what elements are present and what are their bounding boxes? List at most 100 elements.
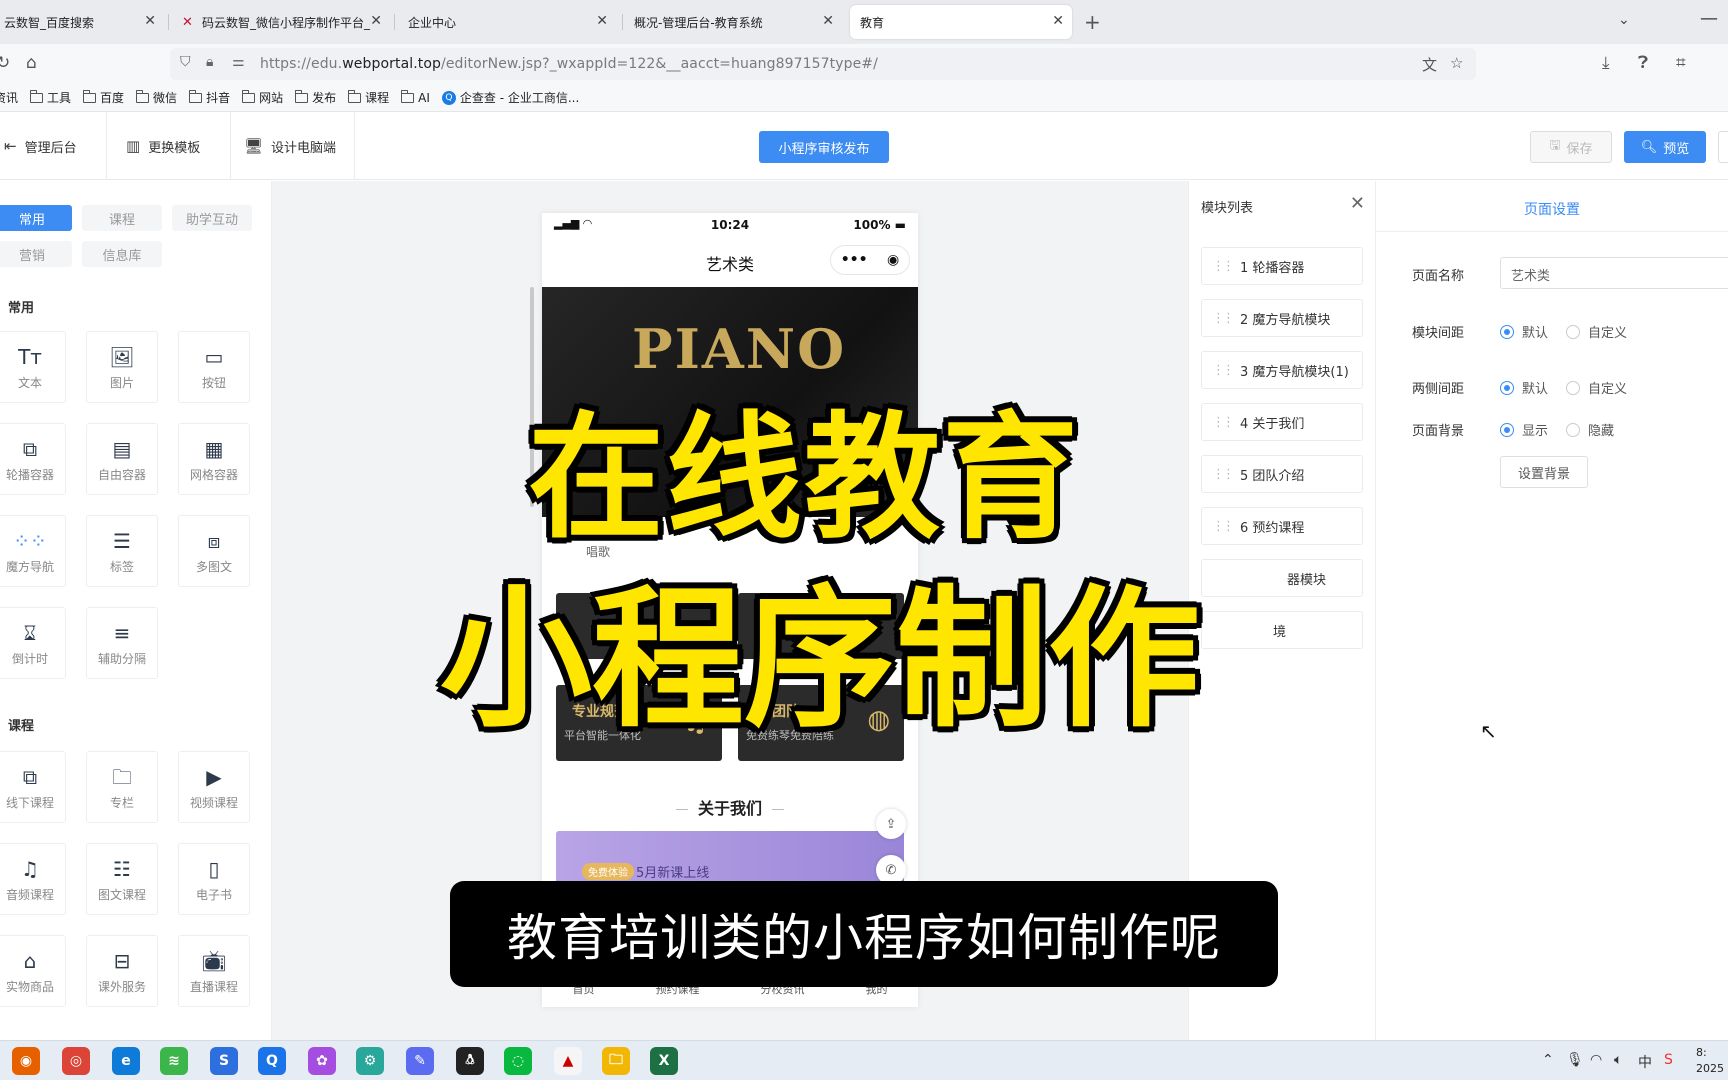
component-extra-service[interactable]: ⊟ 课外服务 xyxy=(86,935,158,1007)
drag-handle-icon[interactable]: ⋮⋮ xyxy=(1212,311,1235,326)
site-settings-icon[interactable]: ⚌ xyxy=(232,54,245,70)
component-image[interactable]: 🖼︎ 图片 xyxy=(86,331,158,403)
page-settings-title[interactable]: 页面设置 xyxy=(1376,199,1728,219)
mini-program-capsule[interactable]: ••• ◉ xyxy=(830,245,910,275)
qq-icon[interactable]: 🐧︎ xyxy=(456,1047,484,1075)
close-icon[interactable]: ✕ xyxy=(596,13,608,29)
module-item[interactable]: 境 xyxy=(1201,611,1363,649)
chevron-down-icon[interactable]: ⌄ xyxy=(1618,12,1630,28)
shield-icon[interactable]: ⛉ xyxy=(180,54,191,70)
side-gap-default-radio[interactable]: 默认 xyxy=(1500,378,1548,397)
bookmark-ai[interactable]: AI xyxy=(401,89,430,105)
firefox-icon[interactable]: ◉ xyxy=(12,1047,40,1075)
close-icon[interactable]: ✕ xyxy=(822,13,834,29)
excel-icon[interactable]: X xyxy=(650,1047,678,1075)
module-item[interactable]: ⋮⋮ 2 魔方导航模块 xyxy=(1201,299,1363,337)
tab-marketing[interactable]: 营销 xyxy=(0,241,72,267)
edge-icon[interactable]: e xyxy=(112,1047,140,1075)
module-item[interactable]: ⋮⋮ 5 团队介绍 xyxy=(1201,455,1363,493)
sogou-icon[interactable]: S xyxy=(210,1047,238,1075)
new-tab-icon[interactable]: + xyxy=(1084,10,1101,34)
component-grid-container[interactable]: ▦ 网格容器 xyxy=(178,423,250,495)
save-button[interactable]: 🖫︎ 保存 xyxy=(1530,131,1612,163)
close-icon[interactable]: ✕ xyxy=(370,13,382,29)
more-dots-icon[interactable]: ••• xyxy=(841,252,868,268)
notes-app-icon[interactable]: ✎ xyxy=(406,1047,434,1075)
home-icon[interactable]: ⌂ xyxy=(26,53,37,73)
component-live-course[interactable]: 📺︎ 直播课程 xyxy=(178,935,250,1007)
change-template-button[interactable]: ▥ 更换模板 xyxy=(126,112,200,180)
module-gap-custom-radio[interactable]: 自定义 xyxy=(1566,322,1627,341)
component-tag[interactable]: ☰ 标签 xyxy=(86,515,158,587)
drag-handle-icon[interactable]: ⋮⋮ xyxy=(1212,467,1235,482)
tab-baidu-search[interactable]: 云数智_百度搜索 ✕ xyxy=(0,5,164,39)
component-cube-nav[interactable]: ⁘⁘ 魔方导航 xyxy=(0,515,66,587)
bookmark-publish[interactable]: 发布 xyxy=(295,89,336,106)
360-browser-icon[interactable]: ≋ xyxy=(160,1047,188,1075)
drag-handle-icon[interactable]: ⋮⋮ xyxy=(1212,363,1235,378)
component-text[interactable]: Tт 文本 xyxy=(0,331,66,403)
component-free-container[interactable]: ▤ 自由容器 xyxy=(86,423,158,495)
bookmark-douyin[interactable]: 抖音 xyxy=(189,89,230,106)
tab-common[interactable]: 常用 xyxy=(0,205,72,231)
module-gap-default-radio[interactable]: 默认 xyxy=(1500,322,1548,341)
minimize-icon[interactable]: — xyxy=(1700,8,1718,29)
component-multi-image[interactable]: ⧈ 多图文 xyxy=(178,515,250,587)
translate-icon[interactable]: 文 xyxy=(1422,54,1437,75)
system-clock[interactable]: 8: 2025 xyxy=(1696,1045,1724,1077)
volume-icon[interactable]: 🔈︎ xyxy=(1614,1052,1622,1068)
share-icon[interactable]: ⇪ xyxy=(876,809,906,839)
module-item[interactable]: ⋮⋮ 1 轮播容器 xyxy=(1201,247,1363,285)
bookmark-baidu[interactable]: 百度 xyxy=(83,89,124,106)
q-browser-icon[interactable]: Q xyxy=(258,1047,286,1075)
side-gap-custom-radio[interactable]: 自定义 xyxy=(1566,378,1627,397)
publish-button[interactable]: 小程序审核发布 xyxy=(759,131,889,163)
component-video-course[interactable]: ▶︎ 视频课程 xyxy=(178,751,250,823)
tab-course[interactable]: 课程 xyxy=(82,205,162,231)
background-show-radio[interactable]: 显示 xyxy=(1500,420,1548,439)
lock-icon[interactable]: 🔒︎ xyxy=(206,54,213,70)
module-item[interactable]: 器模块 xyxy=(1201,559,1363,597)
chevron-up-icon[interactable]: ⌃ xyxy=(1542,1052,1554,1068)
background-hide-radio[interactable]: 隐藏 xyxy=(1566,420,1614,439)
tab-info-library[interactable]: 信息库 xyxy=(82,241,162,267)
editor-app-icon[interactable]: ▲ xyxy=(554,1047,582,1075)
ime-indicator[interactable]: 中 xyxy=(1638,1052,1652,1072)
component-column[interactable]: 🗀︎ 专栏 xyxy=(86,751,158,823)
component-audio-course[interactable]: ♫ 音频课程 xyxy=(0,843,66,915)
module-item[interactable]: ⋮⋮ 3 魔方导航模块(1) xyxy=(1201,351,1363,389)
wifi-icon[interactable]: ◠ xyxy=(1590,1052,1602,1068)
file-explorer-icon[interactable]: 🗀︎ xyxy=(602,1047,630,1075)
component-button[interactable]: ▭ 按钮 xyxy=(178,331,250,403)
download-icon[interactable]: ⤓ xyxy=(1602,53,1610,73)
url-text[interactable]: https://edu.webportal.top/editorNew.jsp?… xyxy=(260,56,878,72)
module-item[interactable]: ⋮⋮ 4 关于我们 xyxy=(1201,403,1363,441)
bookmark-tools[interactable]: 工具 xyxy=(30,89,71,106)
tab-education[interactable]: 教育 ✕ xyxy=(850,5,1072,39)
drag-handle-icon[interactable]: ⋮⋮ xyxy=(1212,415,1235,430)
page-name-input[interactable]: 艺术类 xyxy=(1500,257,1728,289)
crop-icon[interactable]: ⌗ xyxy=(1676,53,1686,73)
component-article-course[interactable]: ☷ 图文课程 xyxy=(86,843,158,915)
gear-app-icon[interactable]: ⚙ xyxy=(356,1047,384,1075)
sogou-ime-icon[interactable]: S xyxy=(1664,1052,1673,1068)
component-physical-goods[interactable]: ⌂ 实物商品 xyxy=(0,935,66,1007)
close-icon[interactable]: ✕ xyxy=(1350,193,1365,214)
component-ebook[interactable]: ▯ 电子书 xyxy=(178,843,250,915)
microphone-icon[interactable]: 🎙︎ xyxy=(1566,1052,1584,1068)
chrome-icon[interactable]: ◎ xyxy=(62,1047,90,1075)
more-button[interactable] xyxy=(1718,131,1728,163)
component-divider[interactable]: ≡ 辅助分隔 xyxy=(86,607,158,679)
reload-icon[interactable]: ↻ xyxy=(0,53,10,73)
star-icon[interactable]: ☆ xyxy=(1450,54,1463,72)
address-bar[interactable]: ⛉ 🔒︎ ⚌ https://edu.webportal.top/editorN… xyxy=(170,48,1476,80)
colorful-app-icon[interactable]: ✿ xyxy=(308,1047,336,1075)
drag-handle-icon[interactable]: ⋮⋮ xyxy=(1212,519,1235,534)
tab-interaction[interactable]: 助学互动 xyxy=(172,205,252,231)
tab-enterprise-center[interactable]: 企业中心 ✕ xyxy=(398,5,616,39)
close-icon[interactable]: ✕ xyxy=(1052,13,1064,29)
help-icon[interactable]: ❓︎ xyxy=(1638,53,1648,73)
set-background-button[interactable]: 设置背景 xyxy=(1500,456,1588,488)
drag-handle-icon[interactable]: ⋮⋮ xyxy=(1212,259,1235,274)
preview-button[interactable]: 🔍︎ 预览 xyxy=(1624,131,1706,163)
